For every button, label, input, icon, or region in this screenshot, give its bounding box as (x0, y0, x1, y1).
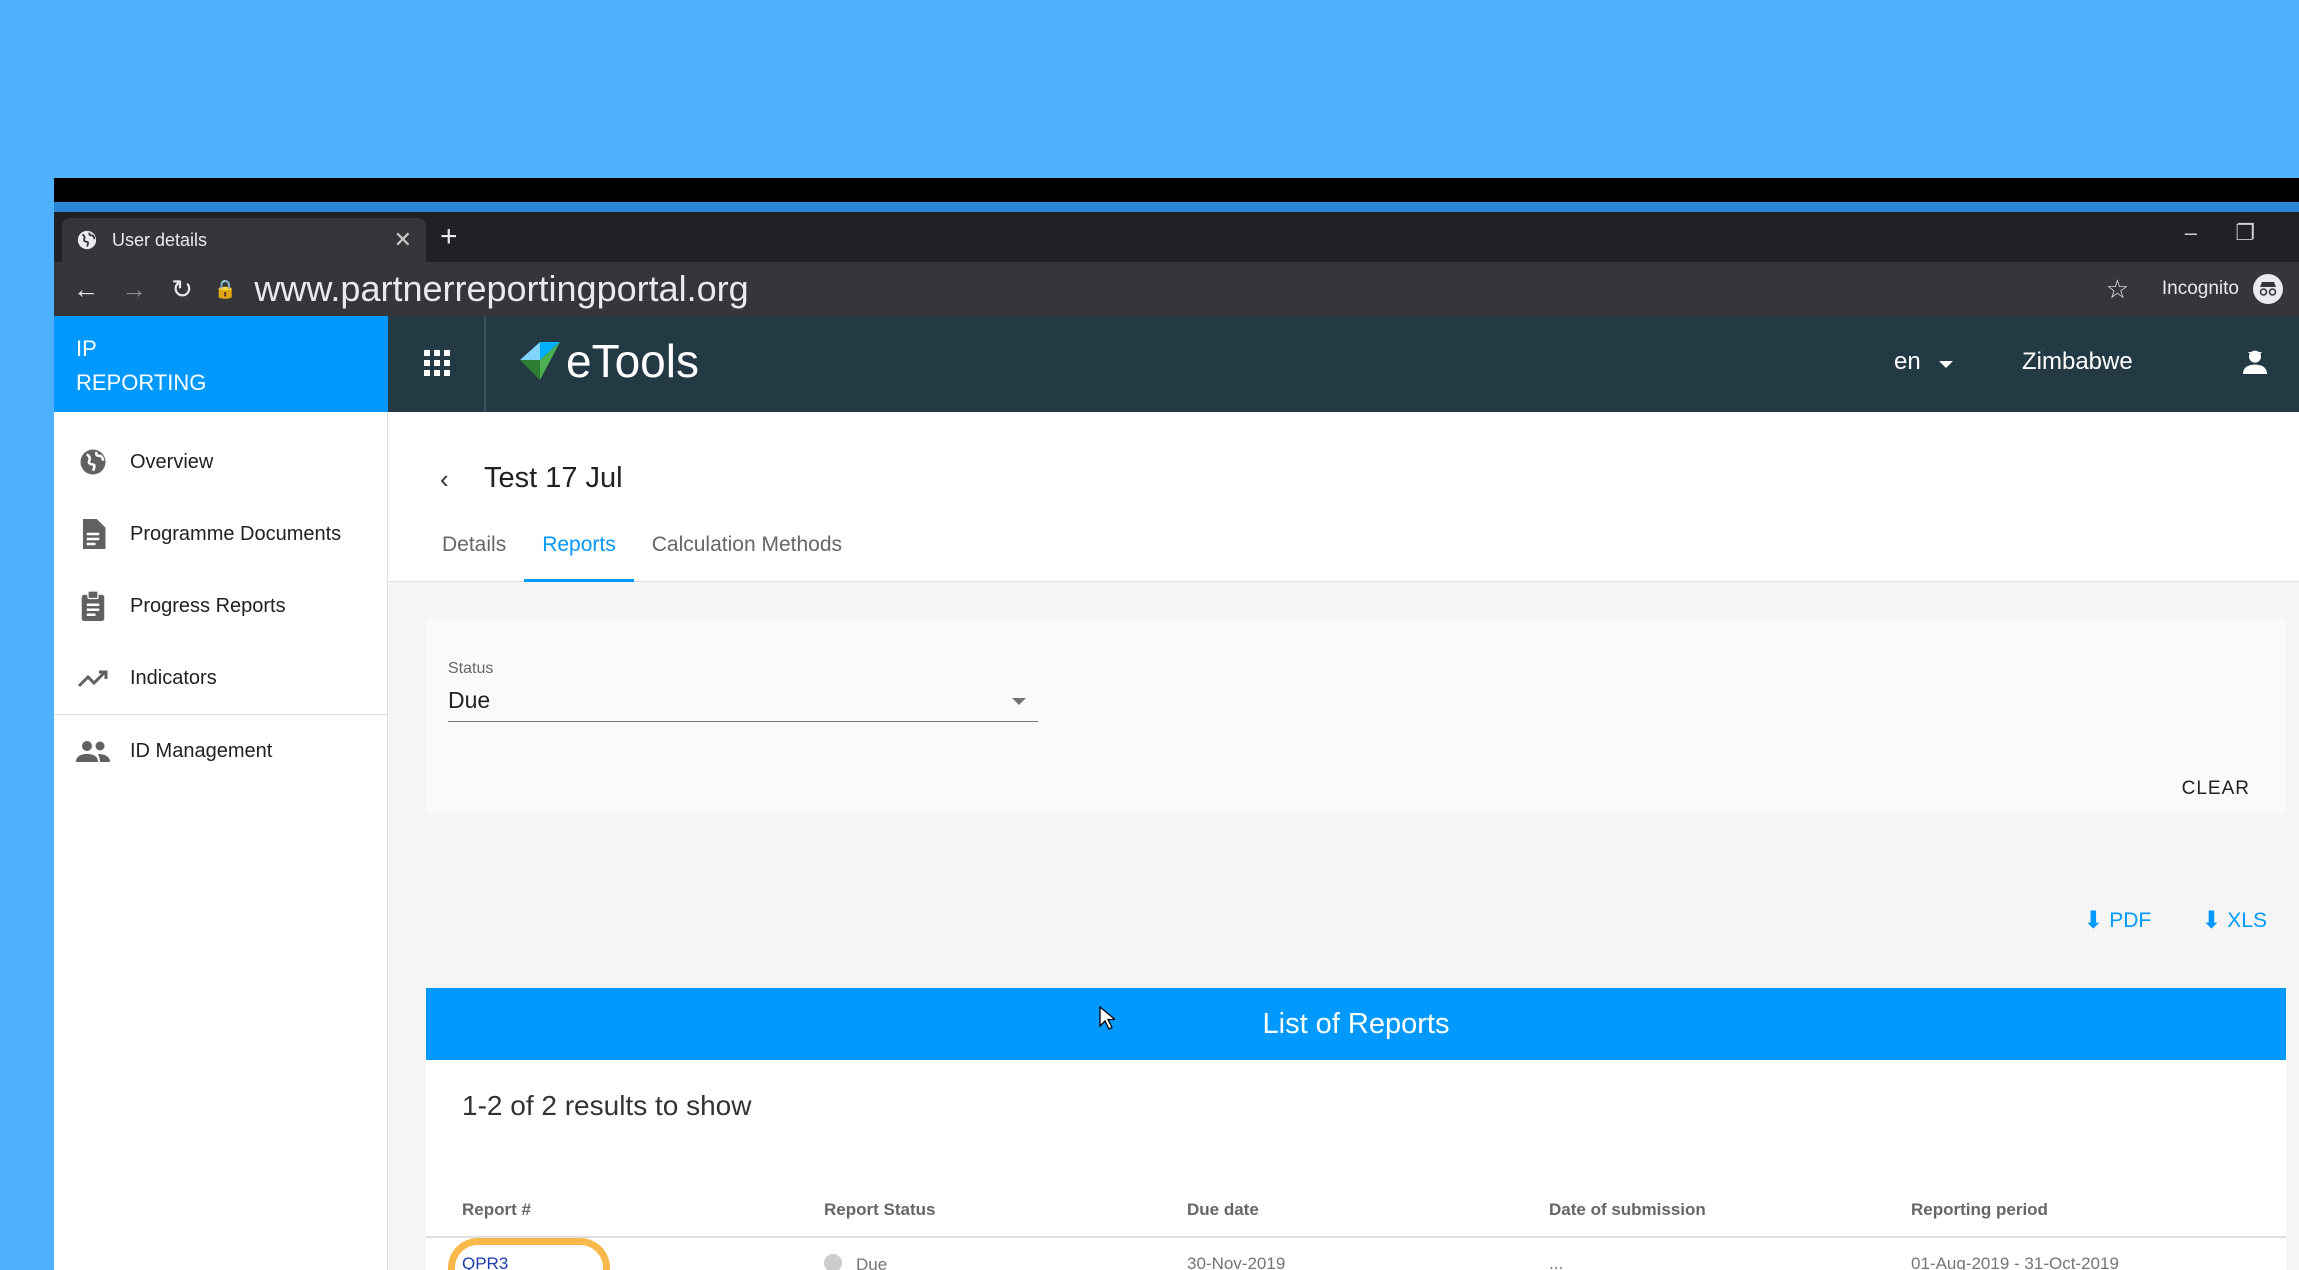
results-count: 1-2 of 2 results to show (462, 1090, 752, 1121)
app-root: IP REPORTING eTools en Zimbabwe Overview… (54, 316, 2299, 1270)
page-tabs: Details Reports Calculation Methods (424, 530, 860, 582)
document-icon (76, 517, 110, 551)
status-dot-icon (824, 1254, 842, 1270)
sidebar-item-indicators[interactable]: Indicators (54, 642, 387, 714)
tab-details[interactable]: Details (424, 530, 524, 582)
page-title: Test 17 Jul (484, 462, 623, 494)
status-filter-label: Status (448, 660, 494, 677)
chevron-down-icon (1938, 360, 1953, 368)
column-header-submission[interactable]: Date of submission (1549, 1200, 1706, 1220)
minimize-icon[interactable]: – (2185, 220, 2197, 246)
chevron-down-icon (1012, 698, 1026, 705)
bookmark-star-icon[interactable]: ☆ (2106, 274, 2129, 305)
close-tab-icon[interactable]: ✕ (394, 227, 412, 253)
url-field[interactable]: 🔒 www.partnerreportingportal.org (214, 268, 749, 310)
chevron-left-icon[interactable]: ‹ (440, 464, 449, 495)
page-header: ‹ Test 17 Jul Details Reports Calculatio… (388, 412, 2299, 582)
table-header: Report # Report Status Due date Date of … (426, 1188, 2286, 1238)
status-filter-select[interactable]: Due (448, 686, 1038, 722)
globe-icon (76, 445, 110, 479)
clear-filters-button[interactable]: CLEAR (2182, 778, 2250, 800)
brand-line-2: REPORTING (76, 370, 207, 395)
reporting-period: 01-Aug-2019 - 31-Oct-2019 (1911, 1254, 2119, 1270)
sidebar-item-progress-reports[interactable]: Progress Reports (54, 570, 387, 642)
download-icon: ⬇ (2083, 907, 2104, 934)
sidebar-item-label: ID Management (130, 739, 273, 762)
tab-calculation-methods[interactable]: Calculation Methods (634, 530, 860, 582)
apps-grid-icon[interactable] (424, 350, 450, 376)
country-select[interactable]: Zimbabwe (2022, 348, 2262, 376)
column-header-period[interactable]: Reporting period (1911, 1200, 2048, 1220)
app-brand[interactable]: IP REPORTING (54, 316, 388, 412)
sidebar-item-overview[interactable]: Overview (54, 426, 387, 498)
browser-window: User details ✕ + – ❐ ← → ↻ 🔒 www.partner… (54, 178, 2299, 1270)
brand-line-1: IP (76, 336, 97, 361)
highlight-marker (448, 1238, 610, 1270)
tab-reports[interactable]: Reports (524, 530, 634, 582)
report-status: Due (824, 1254, 887, 1270)
reports-list: List of Reports 1-2 of 2 results to show… (426, 988, 2286, 1270)
filter-panel: Status Due CLEAR (426, 618, 2286, 814)
sidebar-item-label: Programme Documents (130, 522, 342, 545)
submission-date: ... (1549, 1254, 1564, 1270)
sidebar-item-programme-documents[interactable]: Programme Documents (54, 498, 387, 570)
report-link[interactable]: QPR3 (448, 1238, 610, 1270)
trending-up-icon (76, 661, 110, 695)
tab-title: User details (112, 229, 208, 250)
reports-list-heading: List of Reports (426, 988, 2286, 1060)
etools-logo: eTools (516, 334, 699, 388)
export-xls-button[interactable]: ⬇ XLS (2201, 906, 2267, 935)
sidebar-item-label: Overview (130, 450, 214, 473)
people-icon (76, 734, 110, 768)
clipboard-icon (76, 589, 110, 623)
user-account-icon[interactable] (2239, 346, 2271, 378)
column-header-report[interactable]: Report # (462, 1200, 531, 1220)
url-text: www.partnerreportingportal.org (254, 268, 749, 309)
main-content: ‹ Test 17 Jul Details Reports Calculatio… (388, 412, 2299, 1270)
header-divider (484, 316, 486, 412)
export-xls-label: XLS (2227, 908, 2267, 932)
window-top-border (54, 178, 2299, 202)
tab-strip: User details ✕ + – ❐ (54, 212, 2299, 262)
incognito-label: Incognito (2161, 278, 2239, 299)
sidebar-item-id-management[interactable]: ID Management (54, 715, 387, 787)
logo-text: eTools (566, 335, 699, 387)
etools-logo-icon (520, 342, 560, 380)
export-pdf-label: PDF (2109, 908, 2152, 932)
column-header-status[interactable]: Report Status (824, 1200, 935, 1220)
due-date: 30-Nov-2019 (1187, 1254, 1286, 1270)
back-arrow-icon[interactable]: ← (62, 274, 110, 305)
sidebar-item-label: Progress Reports (130, 594, 286, 617)
sidebar-item-label: Indicators (130, 666, 217, 689)
browser-tab[interactable]: User details ✕ (62, 218, 426, 262)
window-accent-strip (54, 202, 2299, 212)
new-tab-button[interactable]: + (440, 220, 458, 254)
table-row[interactable]: QPR3 Due 30-Nov-2019 ... 01-Aug-2019 - 3… (426, 1238, 2286, 1270)
export-pdf-button[interactable]: ⬇ PDF (2083, 906, 2151, 935)
app-header: eTools en Zimbabwe (388, 316, 2299, 412)
country-value: Zimbabwe (2022, 348, 2133, 375)
download-icon: ⬇ (2201, 907, 2222, 934)
language-select[interactable]: en (1894, 348, 1953, 376)
restore-window-icon[interactable]: ❐ (2235, 220, 2255, 246)
mouse-cursor-icon (1099, 1006, 1115, 1030)
column-header-due-date[interactable]: Due date (1187, 1200, 1259, 1220)
address-bar: ← → ↻ 🔒 www.partnerreportingportal.org ☆… (54, 262, 2299, 316)
report-status-text: Due (856, 1255, 888, 1270)
lock-icon: 🔒 (214, 278, 237, 299)
reload-icon[interactable]: ↻ (158, 274, 206, 305)
forward-arrow-icon[interactable]: → (110, 274, 158, 305)
incognito-icon (2253, 274, 2283, 304)
status-filter-value: Due (448, 687, 491, 713)
incognito-indicator[interactable]: Incognito (2162, 274, 2283, 304)
sidebar: Overview Programme Documents Progress Re… (54, 412, 388, 1270)
language-value: en (1894, 348, 1921, 375)
export-actions: ⬇ PDF ⬇ XLS (2083, 906, 2267, 935)
globe-icon (77, 230, 97, 250)
